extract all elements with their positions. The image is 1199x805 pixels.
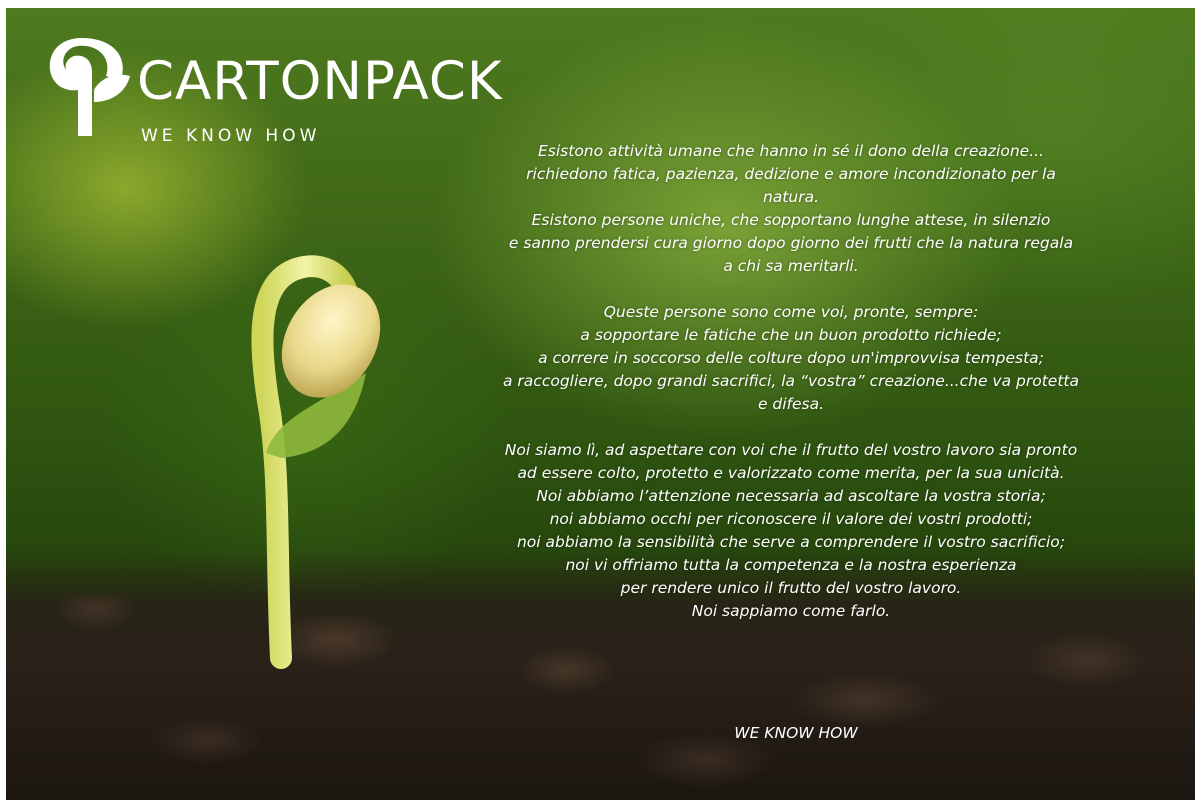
cartonpack-leaf-logo-icon — [49, 38, 130, 136]
message-line: a sopportare le fatiche che un buon prod… — [580, 326, 1002, 344]
message-line: e sanno prendersi cura giorno dopo giorn… — [508, 234, 1074, 252]
message-line: Noi abbiamo l’attenzione necessaria ad a… — [536, 487, 1046, 505]
message-line: a correre in soccorso delle colture dopo… — [538, 349, 1044, 367]
message-line: a chi sa meritarli. — [723, 257, 859, 275]
message-line: per rendere unico il frutto del vostro l… — [620, 579, 962, 597]
message-line: natura. — [762, 188, 820, 206]
message-line: noi vi offriamo tutta la competenza e la… — [565, 556, 1017, 574]
message-line: noi abbiamo occhi per riconoscere il val… — [549, 510, 1033, 528]
message-line: Noi siamo lì, ad aspettare con voi che i… — [504, 441, 1078, 459]
message-line: richiedono fatica, pazienza, dedizione e… — [526, 165, 1056, 183]
sprout-illustration — [251, 255, 381, 669]
brand-name: CARTONPACK — [137, 51, 503, 112]
message-line: Queste persone sono come voi, pronte, se… — [603, 303, 979, 321]
message-line: Esistono attività umane che hanno in sé … — [538, 142, 1044, 160]
message-text: Esistono attività umane che hanno in sé … — [416, 140, 1166, 623]
message-line: e difesa. — [757, 395, 825, 413]
message-line: a raccogliere, dopo grandi sacrifici, la… — [503, 372, 1079, 390]
hero-image: CARTONPACK WE KNOW HOW Esistono attività… — [6, 8, 1195, 800]
brand-tagline: WE KNOW HOW — [141, 126, 321, 146]
message-line: noi abbiamo la sensibilità che serve a c… — [516, 533, 1066, 551]
signature-text: WE KNOW HOW — [734, 724, 858, 742]
message-line: ad essere colto, protetto e valorizzato … — [517, 464, 1065, 482]
message-line: Esistono persone uniche, che sopportano … — [531, 211, 1051, 229]
message-line: Noi sappiamo come farlo. — [691, 602, 891, 620]
